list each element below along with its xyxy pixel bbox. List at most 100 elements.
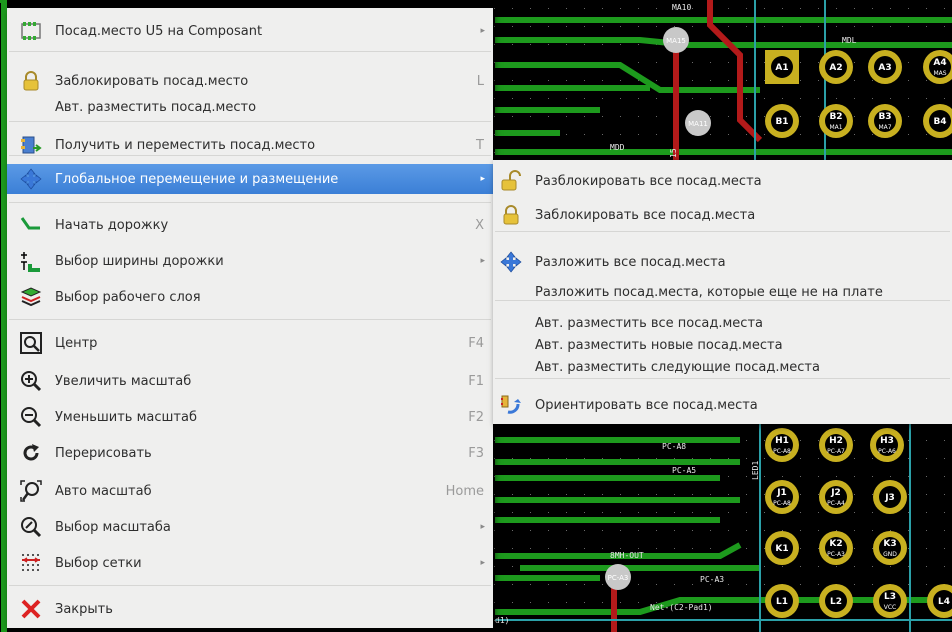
menu-item-10[interactable]: Увеличить масштаб F1 [7,366,493,396]
pcb-label: Net-(C2-Pad1) [650,603,713,612]
pad-net-label: PC-A7 [827,448,845,455]
menu-item-label: Выбор сетки [55,555,142,571]
footprint-icon [20,20,42,42]
get-move-footprint-icon [20,134,42,156]
pcb-label: PC-A8 [662,442,686,451]
submenu-arrow-icon: ▸ [480,256,485,266]
pad-net-label: GND [883,551,897,558]
lock-icon [500,204,522,226]
menu-item-5[interactable]: Глобальное перемещение и размещение ▸ [7,164,493,194]
move-arrows-icon [500,251,522,273]
global-move-submenu: Разблокировать все посад.места Заблокиров… [493,160,952,424]
pad-label: H2 [829,436,843,446]
pad-label: L4 [938,597,950,607]
menu-item-label: Уменьшить масштаб [55,409,197,425]
pad-label: B4 [933,117,946,127]
menu-separator [9,585,491,586]
move-arrows-icon [20,168,42,190]
menu-separator [9,202,491,203]
menu-item-12[interactable]: Перерисовать F3 [7,438,493,468]
pcb-label: MA10 [672,3,691,12]
menu-item-label: Разложить посад.места, которые еще не на… [535,284,883,300]
menu-item-6[interactable]: Начать дорожку X [7,210,493,240]
menu-item-shortcut: F3 [468,445,484,461]
menu-item-13[interactable]: Авто масштаб Home [7,476,493,506]
close-icon [20,598,42,620]
track-width-icon [20,250,42,272]
via-label: PC-A3 [608,574,629,582]
menu-item-4[interactable]: Разложить посад.места, которые еще не на… [493,277,952,307]
submenu-arrow-icon: ▸ [480,522,485,532]
lock-icon [20,70,42,92]
menu-item-4[interactable]: Получить и переместить посад.место T [7,130,493,160]
pad-net-label: MAS [933,70,946,77]
zoom-in-icon [20,370,42,392]
pad-label: A2 [829,63,842,73]
track-icon [20,214,42,236]
via-label: MA11 [688,120,708,128]
menu-item-1[interactable]: Разблокировать все посад.места [493,166,952,196]
menu-item-label: Ориентировать все посад.места [535,397,758,413]
zoom-center-icon [20,332,42,354]
pcb-label: 8MH-OUT [610,551,644,560]
menu-item-11[interactable]: Уменьшить масштаб F2 [7,402,493,432]
menu-item-label: Выбор ширины дорожки [55,253,224,269]
menu-separator [9,51,491,52]
menu-item-shortcut: T [476,137,484,153]
menu-item-7[interactable]: Авт. разместить следующие посад.места [493,352,952,382]
menu-item-shortcut: L [476,73,484,89]
menu-item-label: Заблокировать посад.место [55,73,249,89]
menu-item-label: Закрыть [55,601,113,617]
menu-item-15[interactable]: Выбор сетки ▸ [7,548,493,578]
menu-item-shortcut: X [475,217,484,233]
pad-label: H1 [775,436,789,446]
pad-label: J2 [830,488,841,498]
pad-label: J1 [776,488,787,498]
menu-item-3[interactable]: Разложить все посад.места [493,247,952,277]
zoom-select-icon [20,516,42,538]
pad-label: A1 [775,63,788,73]
pad-label: K3 [883,539,896,549]
menu-item-label: Увеличить масштаб [55,373,192,389]
menu-item-2[interactable]: Заблокировать все посад.места [493,200,952,230]
menu-item-3[interactable]: Авт. разместить посад.место [7,92,493,122]
layers-icon [20,286,42,308]
menu-item-1[interactable]: Посад.место U5 на Composant ▸ [7,16,493,46]
pad-label: H3 [880,436,894,446]
menu-item-label: Получить и переместить посад.место [55,137,316,153]
menu-separator [495,231,950,232]
menu-item-label: Авт. разместить все посад.места [535,315,763,331]
unlock-icon [500,170,522,192]
menu-item-label: Выбор масштаба [55,519,171,535]
pad-net-label: PC-A6 [878,448,896,455]
pad-net-label: PC-A8 [773,500,791,507]
pad-net-label: PC-A4 [827,500,845,507]
menu-item-label: Посад.место U5 на Composant [55,23,263,39]
menu-item-8[interactable]: Выбор рабочего слоя [7,282,493,312]
menu-item-14[interactable]: Выбор масштаба ▸ [7,512,493,542]
pcb-label: 15 [669,148,678,158]
submenu-arrow-icon: ▸ [480,558,485,568]
pad-label: L2 [830,597,842,607]
menu-item-label: Авт. разместить посад.место [55,99,257,115]
pad-net-label: PC-A3 [827,551,845,558]
pad-label: B3 [878,112,891,122]
pad-net-label: MA7 [878,124,891,131]
menu-separator [9,319,491,320]
submenu-arrow-icon: ▸ [480,26,485,36]
zoom-auto-icon [20,480,42,502]
pad-label: K1 [775,544,788,554]
menu-item-label: Авт. разместить следующие посад.места [535,359,820,375]
menu-item-label: Перерисовать [55,445,152,461]
menu-item-8[interactable]: Ориентировать все посад.места [493,390,952,420]
menu-item-7[interactable]: Выбор ширины дорожки ▸ [7,246,493,276]
menu-item-label: Разложить все посад.места [535,254,726,270]
menu-item-label: Глобальное перемещение и размещение [55,171,339,187]
zoom-out-icon [20,406,42,428]
menu-item-shortcut: Home [445,483,484,499]
menu-item-9[interactable]: Центр F4 [7,328,493,358]
pad-label: L3 [884,592,896,602]
menu-item-16[interactable]: Закрыть [7,594,493,624]
menu-item-shortcut: F4 [468,335,484,351]
pad-net-label: VCC [884,604,896,611]
